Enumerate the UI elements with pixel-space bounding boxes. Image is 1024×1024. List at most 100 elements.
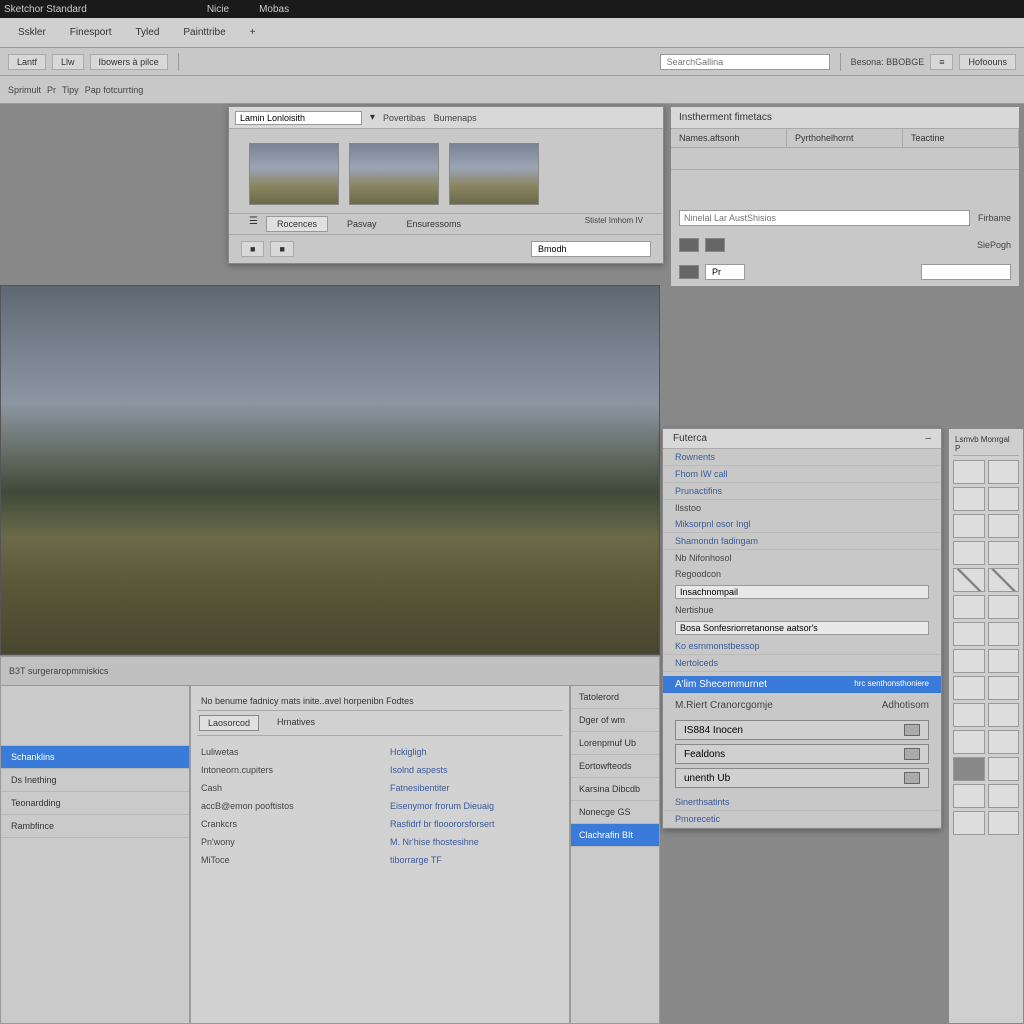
sect-prunac[interactable]: Prunactifins (663, 483, 941, 500)
list-item[interactable]: Eortowfteods (571, 755, 659, 778)
tool-18[interactable] (988, 703, 1020, 727)
sect-kdes[interactable]: Ko esrnmonstbessop (663, 638, 941, 655)
tool-20[interactable] (988, 730, 1020, 754)
panel-icon[interactable]: ☰ (249, 216, 258, 232)
menu-tyled[interactable]: Tyled (125, 23, 169, 42)
list-item[interactable]: Nonecge GS (571, 801, 659, 824)
bmodh-input[interactable] (531, 241, 651, 257)
highlight-row[interactable]: A'lim Shecemmurnethrc senthonsthoniere (663, 676, 941, 693)
sect-sinerth[interactable]: Sinerthsatints (663, 794, 941, 811)
bottom-icon-2[interactable]: ■ (270, 241, 293, 257)
btn-hofoouns[interactable]: Hofoouns (959, 54, 1016, 70)
tool-line2[interactable] (988, 568, 1020, 592)
list-item-selected[interactable]: Schanklins (1, 746, 189, 769)
btn-menu-icon[interactable]: ≡ (930, 54, 953, 70)
prop-val[interactable]: Hckigligh (390, 744, 559, 760)
tool-26[interactable] (988, 811, 1020, 835)
prop-val[interactable]: Eisenymor frorum Dieuaig (390, 798, 559, 814)
tab-bumenaps[interactable]: Bumenaps (434, 113, 477, 123)
menu-sskler[interactable]: Sskler (8, 23, 56, 42)
list-item[interactable]: Tatolerord (571, 686, 659, 709)
tool-12[interactable] (988, 622, 1020, 646)
prop-val[interactable]: Isolnd aspests (390, 762, 559, 778)
list-item-selected[interactable]: Clachrafin BIt (571, 824, 659, 847)
sect-misor[interactable]: Miksorpnl osor Ingl (663, 516, 941, 533)
list-item[interactable]: Dger of wm (571, 709, 659, 732)
opt-tipy[interactable]: Tipy (62, 85, 79, 95)
tool-13[interactable] (953, 649, 985, 673)
menu-plus[interactable]: + (240, 23, 266, 42)
tab-laosorcod[interactable]: Laosorcod (199, 715, 259, 731)
ninelal-input[interactable] (679, 210, 970, 226)
thumbnail-3[interactable] (449, 143, 539, 205)
tool-14[interactable] (988, 649, 1020, 673)
tool-24[interactable] (988, 784, 1020, 808)
search-input[interactable] (660, 54, 830, 70)
sect-shamon[interactable]: Shamondn fadingam (663, 533, 941, 550)
bottom-icon-1[interactable]: ■ (241, 241, 264, 257)
color-swatch-1[interactable] (679, 238, 699, 252)
tab-recents[interactable]: Rocences (266, 216, 328, 232)
sect-fhom[interactable]: Fhom IW call (663, 466, 941, 483)
prop-val[interactable]: Rasfidrf br flooororsforsert (390, 816, 559, 832)
sect-nerto[interactable]: Nertolceds (663, 655, 941, 672)
thumbnail-1[interactable] (249, 143, 339, 205)
bosa-input[interactable] (675, 621, 929, 635)
list-item[interactable]: Karsina Dibcdb (571, 778, 659, 801)
tool-16[interactable] (988, 676, 1020, 700)
insachn-input[interactable] (675, 585, 929, 599)
image-canvas[interactable] (0, 285, 660, 655)
tool-17[interactable] (953, 703, 985, 727)
title-menu-1[interactable]: Nicie (207, 4, 229, 15)
sect-pmore[interactable]: Pmorecetic (663, 811, 941, 828)
tab-hrnatives[interactable]: Hrnatives (269, 715, 323, 731)
tool-21[interactable] (953, 757, 985, 781)
prop-val[interactable]: M. Nr'hise fhostesihne (390, 834, 559, 850)
opt-pap[interactable]: Pap fotcurrting (85, 85, 144, 95)
menu-finesport[interactable]: Finesport (60, 23, 122, 42)
tab-pasvay[interactable]: Pasvay (336, 216, 388, 232)
list-item[interactable]: Ds Inething (1, 769, 189, 792)
tool-4[interactable] (988, 487, 1020, 511)
col-teactine[interactable]: Teactine (903, 129, 1019, 147)
tool-25[interactable] (953, 811, 985, 835)
tool-1[interactable] (953, 460, 985, 484)
tab-ensure[interactable]: Ensuressoms (396, 216, 473, 232)
close-icon[interactable]: – (925, 433, 931, 444)
tool-9[interactable] (953, 595, 985, 619)
tool-11[interactable] (953, 622, 985, 646)
tool-8[interactable] (988, 541, 1020, 565)
tool-2[interactable] (988, 460, 1020, 484)
col-names[interactable]: Names.aftsonh (671, 129, 787, 147)
tool-15[interactable] (953, 676, 985, 700)
tab-povertibas[interactable]: Povertibas (383, 113, 426, 123)
prop-val[interactable]: tiborrarge TF (390, 852, 559, 868)
tool-5[interactable] (953, 514, 985, 538)
tool-22[interactable] (988, 757, 1020, 781)
btn-lantf[interactable]: Lantf (8, 54, 46, 70)
menu-painttribe[interactable]: Painttribe (173, 23, 235, 42)
title-menu-2[interactable]: Mobas (259, 4, 289, 15)
list-item[interactable]: Rambfince (1, 815, 189, 838)
opt-pr[interactable]: Pr (47, 85, 56, 95)
btn-ibowers[interactable]: Ibowers à pilce (90, 54, 168, 70)
tool-23[interactable] (953, 784, 985, 808)
btn-fealdons[interactable]: Fealdons (675, 744, 929, 764)
list-item[interactable]: Teonardding (1, 792, 189, 815)
btn-llw[interactable]: Llw (52, 54, 84, 70)
btn-unenth[interactable]: unenth Ub (675, 768, 929, 788)
tool-6[interactable] (988, 514, 1020, 538)
col-pyrtho[interactable]: Pyrthohelhornt (787, 129, 903, 147)
right-input[interactable] (921, 264, 1011, 280)
list-item[interactable] (1, 686, 189, 746)
prop-val[interactable]: Fatnesibentiter (390, 780, 559, 796)
color-swatch-2[interactable] (705, 238, 725, 252)
tool-10[interactable] (988, 595, 1020, 619)
color-swatch-3[interactable] (679, 265, 699, 279)
thumbnail-2[interactable] (349, 143, 439, 205)
btn-inocen[interactable]: IS884 Inocen (675, 720, 929, 740)
thumbnail-title-input[interactable] (235, 111, 362, 125)
pr-input[interactable] (705, 264, 745, 280)
tool-19[interactable] (953, 730, 985, 754)
tool-line[interactable] (953, 568, 985, 592)
